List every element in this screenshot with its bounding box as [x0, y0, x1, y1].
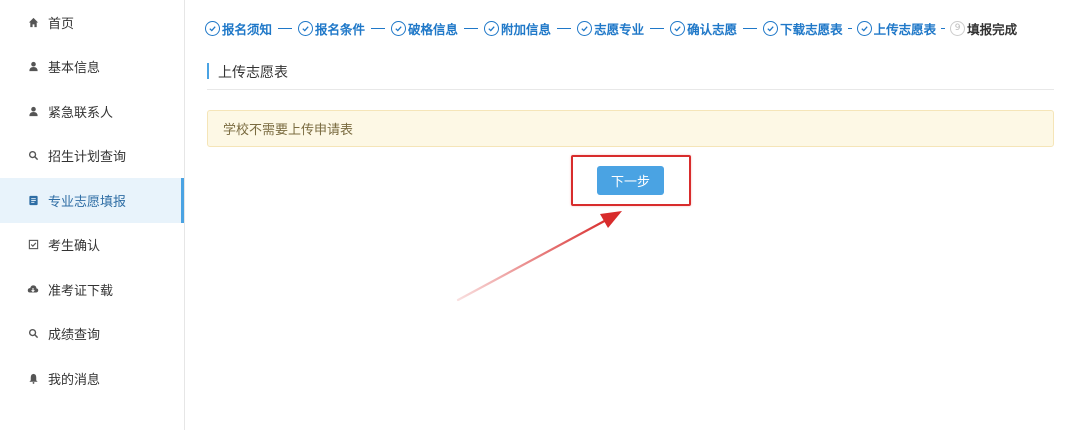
step-registration-notice[interactable]: 报名须知	[205, 19, 298, 38]
step-registration-conditions[interactable]: 报名条件	[298, 19, 391, 38]
sidebar-item-emergency-contact[interactable]: 紧急联系人	[0, 89, 184, 134]
step-label: 下载志愿表	[780, 21, 843, 37]
user-icon	[27, 105, 39, 117]
step-connector	[941, 27, 946, 29]
step-exceptional-info[interactable]: 破格信息	[391, 19, 484, 38]
sidebar: 首页 基本信息 紧急联系人 招生计划查询 专业志愿填报 考生确认 准考证下载 成…	[0, 0, 185, 430]
step-label: 确认志愿	[687, 21, 738, 37]
sidebar-item-basic-info[interactable]: 基本信息	[0, 45, 184, 90]
sidebar-item-score-query[interactable]: 成绩查询	[0, 312, 184, 357]
step-preferred-major[interactable]: 志愿专业	[577, 19, 670, 38]
step-connector	[743, 27, 758, 29]
search-icon	[27, 150, 39, 162]
sidebar-item-major-application[interactable]: 专业志愿填报	[0, 178, 184, 223]
step-download-form[interactable]: 下载志愿表	[763, 19, 857, 38]
step-label: 报名须知	[222, 21, 273, 37]
check-icon	[577, 20, 593, 36]
step-label: 志愿专业	[594, 21, 645, 37]
step-label: 报名条件	[315, 21, 366, 37]
bell-icon	[27, 372, 39, 384]
form-icon	[27, 194, 39, 206]
check-icon	[205, 20, 220, 36]
step-connector	[847, 27, 852, 29]
check-icon	[298, 20, 314, 36]
step-connector	[371, 27, 386, 29]
step-number-badge: 9	[950, 20, 966, 36]
sidebar-item-label: 考生确认	[48, 239, 101, 255]
check-icon	[763, 20, 779, 36]
step-additional-info[interactable]: 附加信息	[484, 19, 577, 38]
step-complete: 9 填报完成	[950, 19, 1017, 38]
sidebar-item-label: 我的消息	[48, 372, 101, 388]
step-label: 破格信息	[408, 21, 459, 37]
sidebar-item-admission-ticket[interactable]: 准考证下载	[0, 267, 184, 312]
step-label: 填报完成	[967, 21, 1018, 37]
sidebar-item-label: 准考证下载	[48, 283, 114, 299]
sidebar-item-label: 成绩查询	[48, 328, 101, 344]
step-connector	[557, 27, 572, 29]
sidebar-item-my-messages[interactable]: 我的消息	[0, 356, 184, 401]
check-icon	[391, 20, 407, 36]
sidebar-item-label: 紧急联系人	[48, 105, 114, 121]
sidebar-item-label: 首页	[48, 16, 75, 32]
user-icon	[27, 61, 39, 73]
sidebar-item-label: 招生计划查询	[48, 150, 127, 166]
step-connector	[650, 27, 665, 29]
step-connector	[278, 27, 293, 29]
sidebar-item-candidate-confirm[interactable]: 考生确认	[0, 223, 184, 268]
step-connector	[464, 27, 479, 29]
checkbox-icon	[27, 239, 39, 251]
search-icon	[27, 328, 39, 340]
annotation-arrow	[456, 211, 622, 302]
next-step-button[interactable]: 下一步	[597, 166, 664, 195]
step-confirm-preference[interactable]: 确认志愿	[670, 19, 763, 38]
check-icon	[484, 20, 500, 36]
sidebar-item-home[interactable]: 首页	[0, 0, 184, 45]
sidebar-item-label: 基本信息	[48, 61, 101, 77]
title-accent-bar	[207, 63, 209, 79]
sidebar-item-label: 专业志愿填报	[48, 194, 127, 210]
check-icon	[856, 20, 872, 36]
step-label: 附加信息	[501, 21, 552, 37]
progress-stepper: 报名须知 报名条件 破格信息 附加信息 志愿专业 确认志愿 下载志愿表 上传志愿…	[205, 16, 1017, 40]
step-upload-form[interactable]: 上传志愿表	[856, 19, 951, 38]
info-notice: 学校不需要上传申请表	[207, 110, 1054, 147]
step-label: 上传志愿表	[873, 21, 937, 37]
sidebar-item-enrollment-plan[interactable]: 招生计划查询	[0, 134, 184, 179]
home-icon	[27, 16, 39, 28]
check-icon	[670, 20, 686, 36]
notice-text: 学校不需要上传申请表	[223, 123, 354, 138]
section-header: 上传志愿表	[207, 60, 1054, 90]
page-title: 上传志愿表	[218, 65, 288, 81]
cloud-download-icon	[27, 283, 39, 295]
